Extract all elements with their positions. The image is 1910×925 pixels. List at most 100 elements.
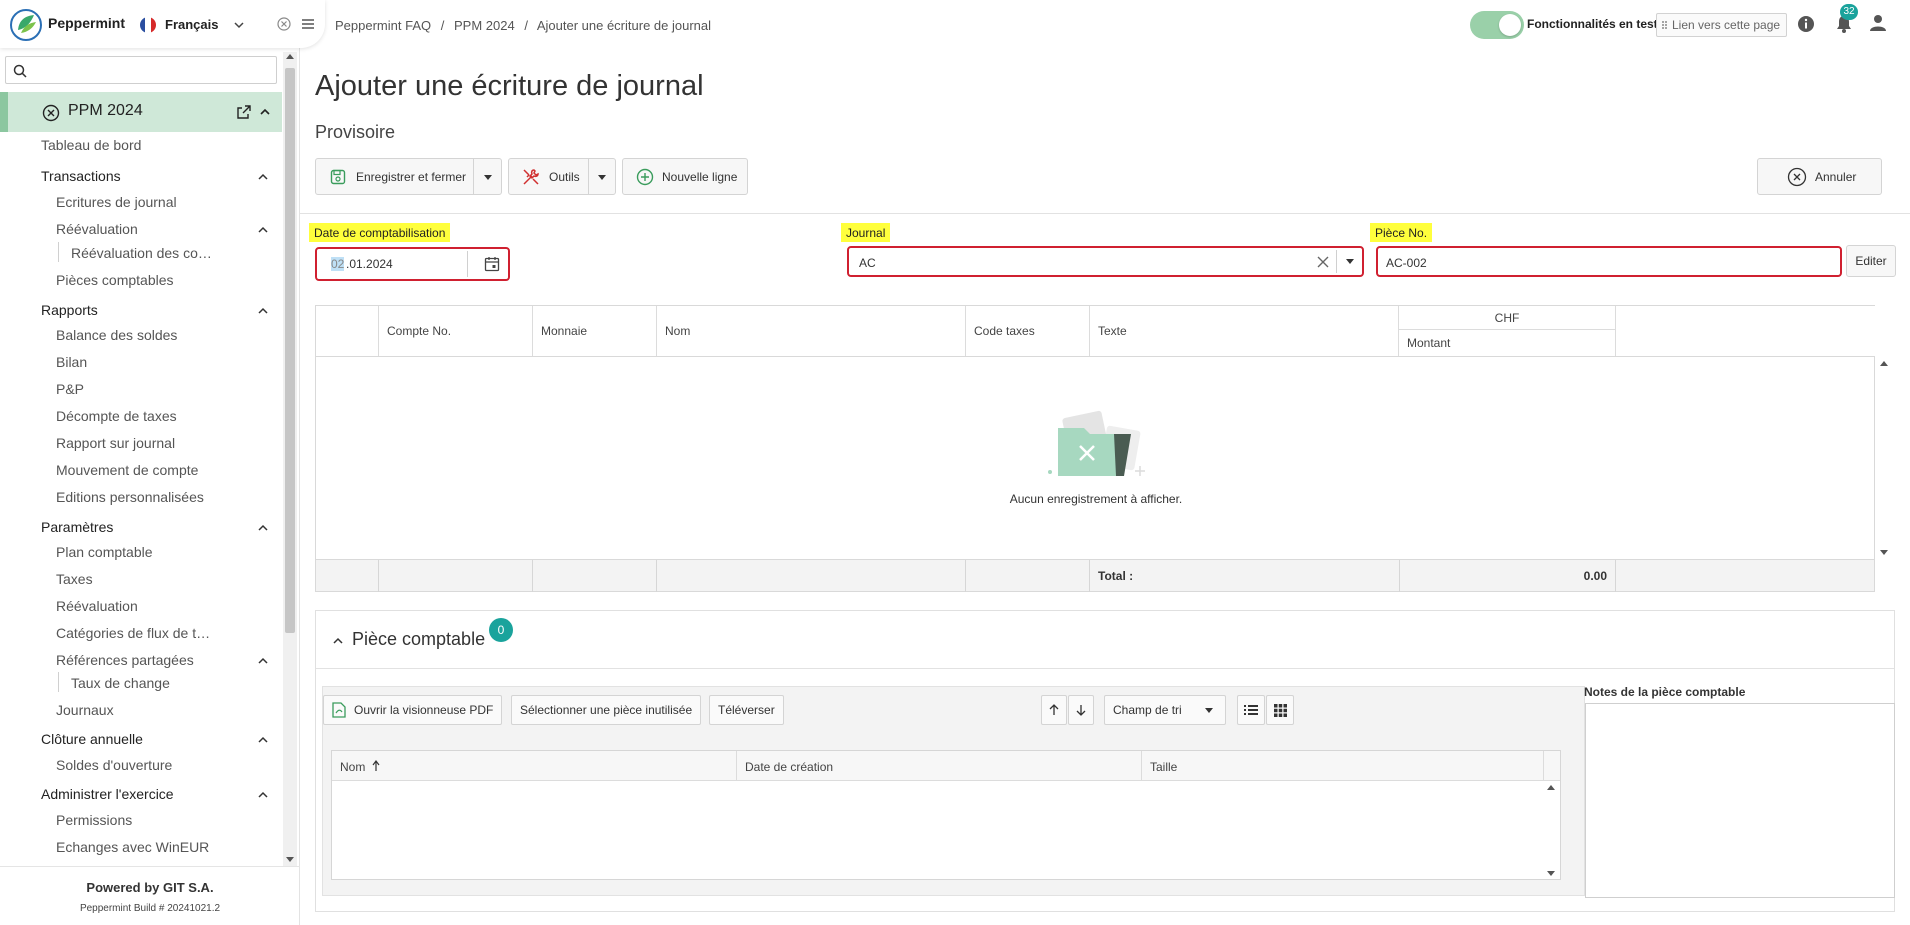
list-view-button[interactable] xyxy=(1237,695,1265,725)
nav-report-item[interactable]: Bilan xyxy=(56,354,87,370)
nav-group-settings[interactable]: Paramètres xyxy=(41,519,113,535)
nav-report-item[interactable]: P&P xyxy=(56,381,84,397)
project-header[interactable]: PPM 2024 xyxy=(0,92,282,132)
voucher-section-header[interactable]: Pièce comptable 0 xyxy=(316,611,1894,669)
grid-scrollbar[interactable] xyxy=(1878,357,1890,559)
date-day-selected[interactable]: 02 xyxy=(331,257,345,271)
scroll-up-icon[interactable] xyxy=(286,54,294,59)
chevron-up-icon[interactable] xyxy=(257,789,269,801)
external-link-icon[interactable] xyxy=(237,105,251,119)
peppermint-logo[interactable] xyxy=(9,8,43,42)
toggle-knob xyxy=(1499,14,1521,36)
nav-journals[interactable]: Journaux xyxy=(56,702,114,718)
cancel-button[interactable]: Annuler xyxy=(1757,158,1882,195)
scroll-down-icon[interactable] xyxy=(1880,550,1888,555)
nav-journal-entries[interactable]: Ecritures de journal xyxy=(56,194,177,210)
nav-group-reports[interactable]: Rapports xyxy=(41,302,98,318)
date-value[interactable]: .01.2024 xyxy=(346,257,393,271)
nav-vouchers[interactable]: Pièces comptables xyxy=(56,272,174,288)
chevron-up-icon[interactable] xyxy=(332,635,344,647)
nav-report-item[interactable]: Décompte de taxes xyxy=(56,408,177,424)
nav-report-item[interactable]: Balance des soldes xyxy=(56,327,177,343)
nav-opening-balances[interactable]: Soldes d'ouverture xyxy=(56,757,172,773)
date-field[interactable]: 02 .01.2024 xyxy=(315,247,510,281)
select-unused-voucher-label: Sélectionner une pièce inutilisée xyxy=(520,703,693,717)
beta-features-toggle[interactable] xyxy=(1470,11,1524,39)
nav-report-item[interactable]: Rapport sur journal xyxy=(56,435,175,451)
grid-header-amount[interactable]: Montant xyxy=(1407,336,1450,350)
nav-cashflow-categories[interactable]: Catégories de flux de t… xyxy=(56,625,210,641)
hamburger-menu-icon[interactable] xyxy=(301,17,315,31)
nav-report-item[interactable]: Mouvement de compte xyxy=(56,462,198,478)
grid-view-button[interactable] xyxy=(1266,695,1294,725)
select-unused-voucher-button[interactable]: Sélectionner une pièce inutilisée xyxy=(511,695,702,725)
scroll-up-icon[interactable] xyxy=(1880,361,1888,366)
nav-permissions[interactable]: Permissions xyxy=(56,812,132,828)
search-icon xyxy=(13,64,27,78)
voucher-table-header[interactable]: Taille xyxy=(1142,751,1544,781)
open-pdf-viewer-button[interactable]: Ouvrir la visionneuse PDF xyxy=(323,695,503,725)
chevron-up-icon[interactable] xyxy=(257,522,269,534)
sort-ascending-button[interactable] xyxy=(1041,695,1067,725)
chevron-down-icon[interactable] xyxy=(232,18,246,32)
scroll-thumb[interactable] xyxy=(285,68,295,633)
nav-group-closing[interactable]: Clôture annuelle xyxy=(41,731,143,747)
upload-button[interactable]: Téléverser xyxy=(709,695,784,725)
save-close-button[interactable]: Enregistrer et fermer xyxy=(315,158,502,195)
dropdown-arrow-icon[interactable] xyxy=(1346,259,1354,264)
chevron-up-icon[interactable] xyxy=(257,655,269,667)
nav-wineur[interactable]: Echanges avec WinEUR xyxy=(56,839,209,855)
chevron-up-icon[interactable] xyxy=(257,224,269,236)
sidebar-scrollbar[interactable] xyxy=(283,52,297,866)
language-select[interactable]: Français xyxy=(165,17,218,32)
nav-settings-revaluation[interactable]: Réévaluation xyxy=(56,598,138,614)
grid-header[interactable]: Texte xyxy=(1090,306,1399,356)
grid-header-label: Nom xyxy=(665,324,691,338)
breadcrumb-link[interactable]: PPM 2024 xyxy=(454,18,515,33)
chevron-up-icon[interactable] xyxy=(257,734,269,746)
nav-search-input[interactable] xyxy=(32,60,272,80)
nav-revaluation-child[interactable]: Réévaluation des co… xyxy=(71,245,212,261)
close-project-icon[interactable] xyxy=(42,104,60,122)
scroll-down-icon[interactable] xyxy=(1547,871,1555,876)
nav-revaluation[interactable]: Réévaluation xyxy=(56,221,138,237)
nav-shared-references[interactable]: Références partagées xyxy=(56,652,194,668)
scroll-up-icon[interactable] xyxy=(1547,785,1555,790)
user-icon[interactable] xyxy=(1869,14,1887,32)
nav-group-transactions[interactable]: Transactions xyxy=(41,168,121,184)
breadcrumb-link[interactable]: Peppermint FAQ xyxy=(335,18,431,33)
dropdown-arrow-icon[interactable] xyxy=(484,175,492,180)
chevron-up-icon[interactable] xyxy=(257,171,269,183)
chevron-up-icon[interactable] xyxy=(257,305,269,317)
voucher-table-header[interactable]: Date de création xyxy=(737,751,1142,781)
grid-header[interactable]: Nom xyxy=(657,306,966,356)
chevron-up-icon[interactable] xyxy=(258,105,272,119)
calendar-icon[interactable] xyxy=(484,256,500,272)
clear-icon[interactable] xyxy=(1317,256,1329,268)
nav-report-item[interactable]: Editions personnalisées xyxy=(56,489,204,505)
nav-chart-of-accounts[interactable]: Plan comptable xyxy=(56,544,153,560)
edit-button[interactable]: Editer xyxy=(1846,245,1896,277)
grid-header[interactable]: Monnaie xyxy=(533,306,657,356)
tools-button[interactable]: Outils xyxy=(508,158,616,195)
dropdown-arrow-icon[interactable] xyxy=(598,175,606,180)
info-icon[interactable] xyxy=(1797,15,1815,33)
voucher-table-header[interactable]: Nom xyxy=(332,751,737,781)
close-circle-icon[interactable] xyxy=(277,17,291,31)
page-link-button[interactable]: Lien vers cette page xyxy=(1656,13,1788,37)
sort-field-select[interactable]: Champ de tri xyxy=(1104,695,1226,725)
voucher-notes-textarea[interactable] xyxy=(1585,703,1895,898)
nav-taxes[interactable]: Taxes xyxy=(56,571,93,587)
sort-descending-button[interactable] xyxy=(1068,695,1094,725)
save-close-label: Enregistrer et fermer xyxy=(356,169,467,184)
scroll-down-icon[interactable] xyxy=(286,857,294,862)
journal-select[interactable]: AC xyxy=(847,246,1364,277)
grid-header[interactable]: Compte No. xyxy=(379,306,533,356)
nav-dashboard[interactable]: Tableau de bord xyxy=(41,137,141,153)
nav-group-admin[interactable]: Administrer l'exercice xyxy=(41,786,174,802)
piece-number-field[interactable]: AC-002 xyxy=(1376,246,1842,277)
nav-exchange-rates[interactable]: Taux de change xyxy=(71,675,170,691)
new-line-button[interactable]: Nouvelle ligne xyxy=(622,158,748,195)
grid-header[interactable]: Code taxes xyxy=(966,306,1090,356)
nav-search[interactable] xyxy=(5,56,277,84)
